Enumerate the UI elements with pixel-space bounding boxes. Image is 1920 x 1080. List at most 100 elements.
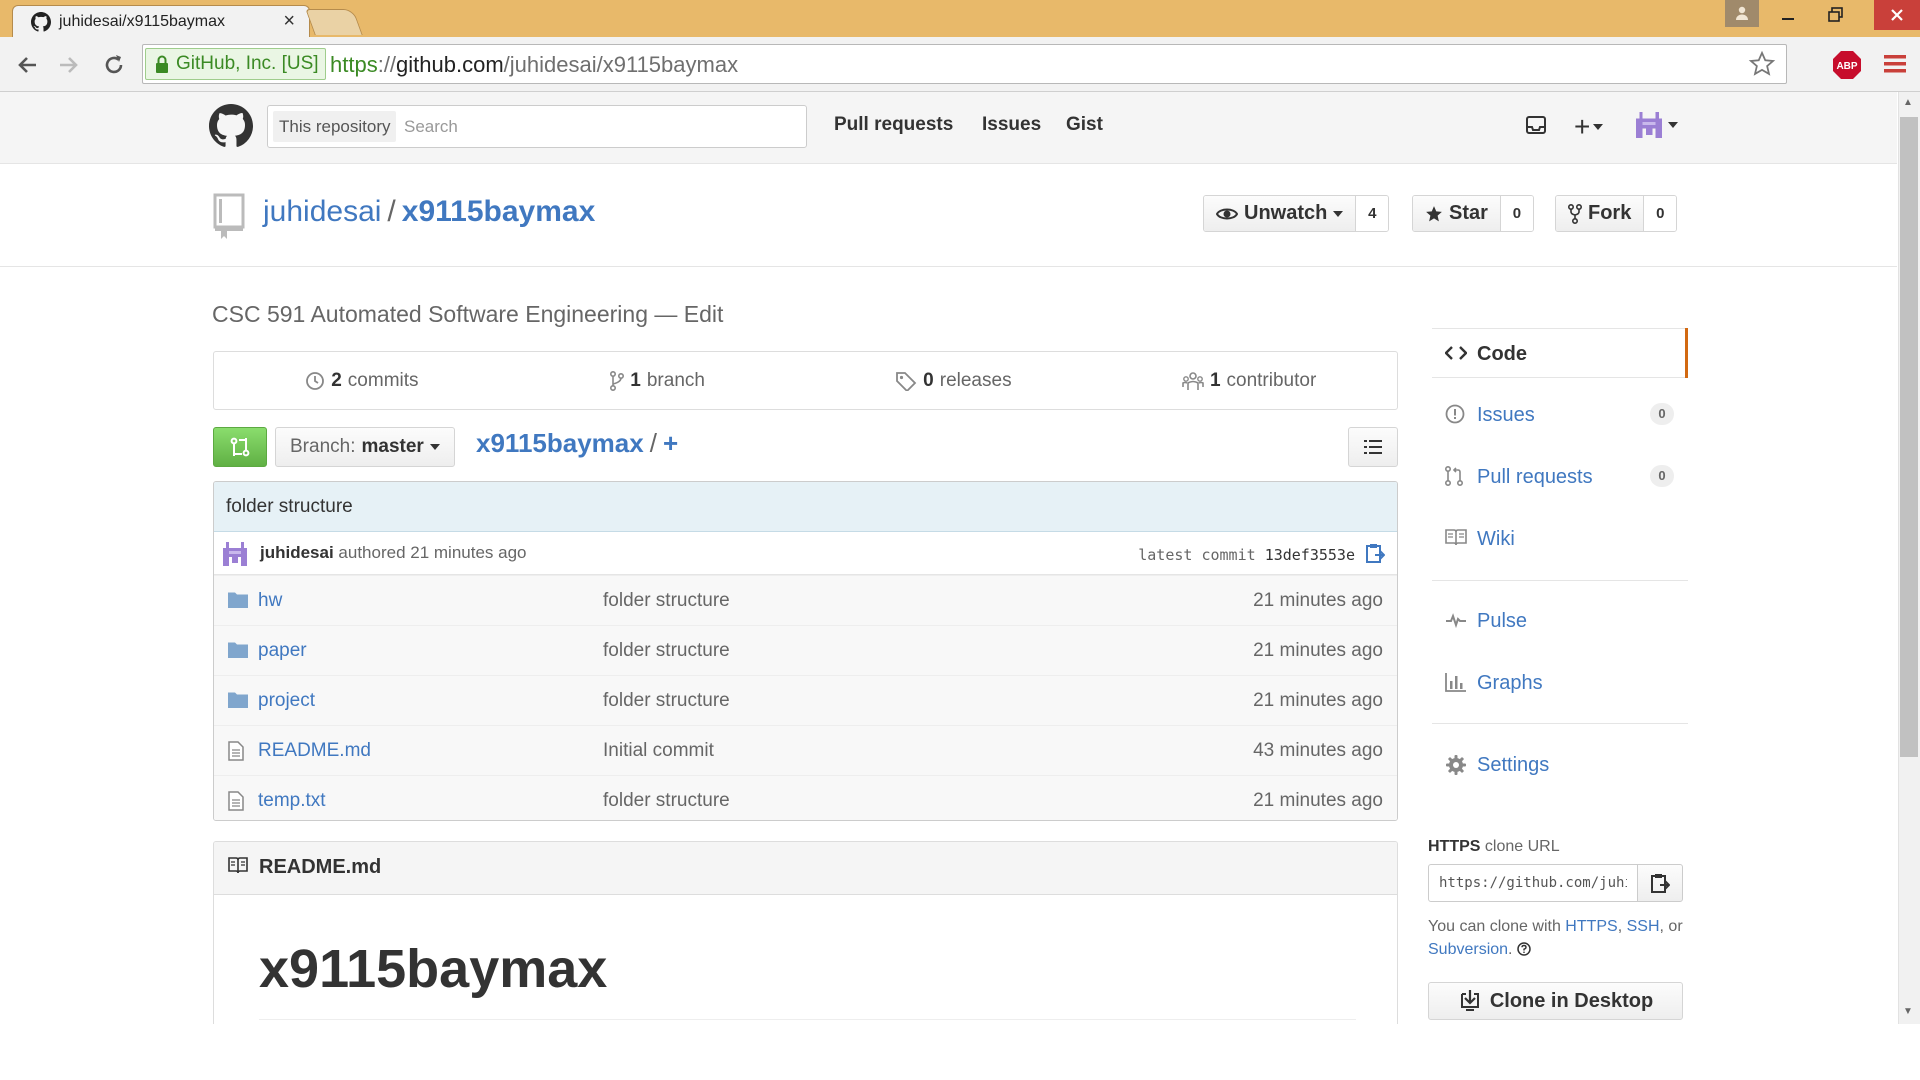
commits-summary[interactable]: 2 commits bbox=[214, 352, 510, 409]
forward-button[interactable] bbox=[52, 49, 84, 81]
user-avatar-menu[interactable] bbox=[1636, 112, 1678, 138]
clone-url-label-text: clone URL bbox=[1480, 838, 1560, 855]
sidebar-item-issues[interactable]: Issues 0 bbox=[1432, 390, 1688, 440]
page-scrollbar-thumb[interactable] bbox=[1900, 117, 1918, 757]
clone-subversion-link[interactable]: Subversion bbox=[1428, 941, 1508, 958]
clone-https-link[interactable]: HTTPS bbox=[1565, 918, 1617, 935]
nav-gist[interactable]: Gist bbox=[1066, 114, 1103, 136]
create-new-menu[interactable]: + bbox=[1574, 111, 1604, 143]
sidebar-item-wiki[interactable]: Wiki bbox=[1432, 514, 1688, 564]
sidebar-item-graphs[interactable]: Graphs bbox=[1432, 658, 1688, 708]
branches-count: 1 bbox=[630, 369, 641, 391]
clone-in-desktop-button[interactable]: Clone in Desktop bbox=[1428, 982, 1683, 1020]
repo-name-link[interactable]: x9115baymax bbox=[402, 195, 596, 228]
sidebar-item-pulse[interactable]: Pulse bbox=[1432, 596, 1688, 646]
file-name-link[interactable]: README.md bbox=[258, 740, 371, 762]
commits-label: commits bbox=[347, 369, 419, 391]
nav-issues[interactable]: Issues bbox=[982, 114, 1041, 136]
star-button[interactable]: Star bbox=[1413, 196, 1501, 231]
nav-pull-requests[interactable]: Pull requests bbox=[834, 114, 953, 136]
issues-counter: 0 bbox=[1650, 403, 1674, 425]
arrow-right-icon bbox=[60, 57, 78, 73]
sidebar-item-settings[interactable]: Settings bbox=[1432, 740, 1688, 790]
browser-tab-active[interactable]: juhidesai/x9115baymax × bbox=[12, 5, 310, 37]
url-text[interactable]: https://github.com/juhidesai/x9115baymax bbox=[330, 52, 738, 78]
desktop-download-icon bbox=[1460, 990, 1479, 1011]
pull-request-icon bbox=[1445, 466, 1463, 486]
window-close-button[interactable] bbox=[1874, 0, 1920, 30]
file-row[interactable]: hw folder structure 21 minutes ago bbox=[214, 575, 1397, 625]
window-restore-button[interactable] bbox=[1812, 0, 1860, 30]
repo-owner-link[interactable]: juhidesai bbox=[263, 195, 381, 228]
watchers-count[interactable]: 4 bbox=[1356, 196, 1389, 231]
sidebar-item-label: Pulse bbox=[1477, 610, 1528, 632]
browser-menu-icon[interactable] bbox=[1883, 52, 1907, 76]
arrow-left-icon bbox=[18, 57, 36, 73]
file-row[interactable]: paper folder structure 21 minutes ago bbox=[214, 625, 1397, 675]
github-octocat-logo-icon[interactable] bbox=[209, 104, 253, 148]
file-name-link[interactable]: temp.txt bbox=[258, 790, 326, 812]
clipboard-icon[interactable] bbox=[1365, 542, 1385, 564]
forks-count[interactable]: 0 bbox=[1644, 196, 1677, 231]
file-list-toggle-button[interactable] bbox=[1348, 427, 1398, 467]
branch-name: master bbox=[361, 436, 424, 457]
file-row[interactable]: project folder structure 21 minutes ago bbox=[214, 675, 1397, 725]
file-name-link[interactable]: hw bbox=[258, 590, 282, 612]
tab-close-button[interactable]: × bbox=[283, 10, 295, 33]
file-commit-message[interactable]: folder structure bbox=[603, 640, 730, 662]
copy-clone-url-button[interactable] bbox=[1637, 864, 1683, 902]
url-separator: :// bbox=[377, 52, 397, 77]
releases-count: 0 bbox=[923, 369, 934, 391]
commit-sha-link[interactable]: 13def3553e bbox=[1265, 546, 1355, 564]
edit-description-link[interactable]: — Edit bbox=[648, 301, 723, 327]
notifications-inbox-icon[interactable] bbox=[1525, 114, 1547, 136]
commits-count: 2 bbox=[331, 369, 342, 391]
restore-icon bbox=[1828, 7, 1843, 22]
address-bar[interactable]: GitHub, Inc. [US] https://github.com/juh… bbox=[142, 44, 1787, 84]
file-row[interactable]: README.md Initial commit 43 minutes ago bbox=[214, 725, 1397, 775]
repo-description: CSC 591 Automated Software Engineering —… bbox=[212, 301, 723, 328]
file-browser: folder structure juhidesai authored 21 m… bbox=[213, 481, 1398, 821]
file-text-icon bbox=[228, 741, 244, 761]
clone-ssh-link[interactable]: SSH bbox=[1627, 918, 1660, 935]
repo-title-separator: / bbox=[387, 195, 396, 228]
commit-author-link[interactable]: juhidesai bbox=[260, 543, 334, 562]
breadcrumb-repo-link[interactable]: x9115baymax bbox=[476, 428, 644, 458]
branch-select-button[interactable]: Branch: master bbox=[275, 427, 455, 467]
compare-pull-request-button[interactable] bbox=[213, 427, 267, 467]
repo-summary-bar: 2 commits 1 branch 0 releases 1 contributor bbox=[213, 351, 1398, 410]
file-row[interactable]: temp.txt folder structure 21 minutes ago bbox=[214, 775, 1397, 820]
scroll-up-arrow-icon[interactable]: ▲ bbox=[1903, 97, 1913, 108]
watch-group: Unwatch 4 bbox=[1203, 195, 1390, 232]
browser-user-button[interactable] bbox=[1725, 0, 1759, 27]
add-file-plus-icon[interactable]: + bbox=[663, 428, 678, 458]
reload-button[interactable] bbox=[98, 49, 130, 81]
bookmark-star-icon[interactable] bbox=[1748, 50, 1776, 78]
stargazers-count[interactable]: 0 bbox=[1500, 196, 1533, 231]
latest-commit-message[interactable]: folder structure bbox=[214, 482, 1397, 532]
clone-url-input[interactable] bbox=[1428, 864, 1638, 902]
file-commit-message[interactable]: folder structure bbox=[603, 790, 730, 812]
unwatch-button[interactable]: Unwatch bbox=[1204, 196, 1357, 231]
file-name-link[interactable]: paper bbox=[258, 640, 307, 662]
releases-summary[interactable]: 0 releases bbox=[806, 352, 1102, 409]
file-commit-message[interactable]: folder structure bbox=[603, 590, 730, 612]
clone-protocol: HTTPS bbox=[1428, 838, 1481, 855]
back-button[interactable] bbox=[12, 49, 44, 81]
sidebar-item-code[interactable]: Code bbox=[1432, 328, 1688, 378]
fork-button[interactable]: Fork bbox=[1556, 196, 1645, 231]
search-input[interactable] bbox=[404, 110, 794, 143]
ev-certificate-badge[interactable]: GitHub, Inc. [US] bbox=[145, 48, 326, 80]
site-search-box[interactable]: This repository bbox=[267, 105, 807, 148]
scroll-down-arrow-icon[interactable]: ▼ bbox=[1903, 1006, 1913, 1017]
file-name-link[interactable]: project bbox=[258, 690, 315, 712]
branches-summary[interactable]: 1 branch bbox=[510, 352, 806, 409]
contributors-summary[interactable]: 1 contributor bbox=[1101, 352, 1397, 409]
chevron-down-icon bbox=[429, 444, 440, 450]
sidebar-item-pull-requests[interactable]: Pull requests 0 bbox=[1432, 452, 1688, 502]
window-minimize-button[interactable] bbox=[1764, 0, 1812, 30]
file-text-icon bbox=[228, 791, 244, 811]
file-commit-message[interactable]: folder structure bbox=[603, 690, 730, 712]
file-commit-message[interactable]: Initial commit bbox=[603, 740, 714, 762]
adblock-plus-icon[interactable]: ABP bbox=[1832, 50, 1862, 80]
